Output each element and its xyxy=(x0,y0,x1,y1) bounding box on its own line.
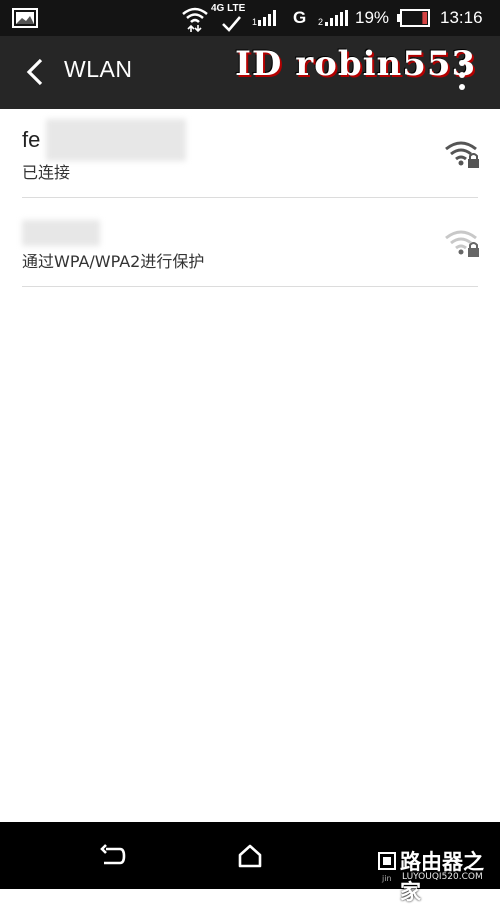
back-nav-button[interactable] xyxy=(90,834,134,878)
wifi-secured-weak-icon xyxy=(445,230,479,257)
signal-strength-icon: 1 xyxy=(252,0,278,36)
site-watermark-logo: 路由器之家 LUYOUQI520.COM jin xyxy=(378,846,500,904)
chevron-left-icon xyxy=(26,58,43,86)
network-status: 通过WPA/WPA2进行保护 xyxy=(22,252,205,271)
ssid-redaction-blur xyxy=(22,220,100,246)
network-status: 已连接 xyxy=(22,163,71,182)
wifi-secured-full-icon xyxy=(445,141,479,168)
home-icon xyxy=(238,844,262,868)
watermark-text: ID robin553 xyxy=(235,44,477,84)
watermark-prefix: jin xyxy=(382,874,392,883)
battery-percent: 19% xyxy=(355,8,390,27)
back-button[interactable] xyxy=(18,54,52,90)
overflow-menu-button[interactable] xyxy=(454,58,470,92)
network-g-label: G xyxy=(293,8,307,27)
app-bar: WLAN ID robin553 xyxy=(0,36,500,109)
wifi-network-item[interactable]: fe 已连接 xyxy=(22,109,479,198)
clock: 13:16 xyxy=(440,8,483,27)
wifi-network-item[interactable]: 通过WPA/WPA2进行保护 xyxy=(22,198,479,287)
svg-text:2: 2 xyxy=(318,17,323,26)
status-bar: 4G LTE 1 G 2 19% 13:16 xyxy=(0,0,500,36)
ssid-redaction-blur xyxy=(46,119,186,161)
svg-text:1: 1 xyxy=(252,17,257,26)
network-ssid: fe xyxy=(22,127,41,152)
battery-icon xyxy=(396,0,430,36)
gallery-notification-icon xyxy=(12,0,38,36)
home-nav-button[interactable] xyxy=(228,834,272,878)
more-vert-icon xyxy=(459,60,465,90)
page-title: WLAN xyxy=(64,56,133,82)
watermark-box-icon xyxy=(378,852,396,870)
back-arrow-icon xyxy=(100,844,126,865)
navigation-bar: 路由器之家 LUYOUQI520.COM jin xyxy=(0,822,500,904)
signal-strength-2-icon: 2 xyxy=(318,0,350,36)
wifi-status-icon xyxy=(180,0,210,36)
watermark-site-url: LUYOUQI520.COM xyxy=(402,872,483,882)
